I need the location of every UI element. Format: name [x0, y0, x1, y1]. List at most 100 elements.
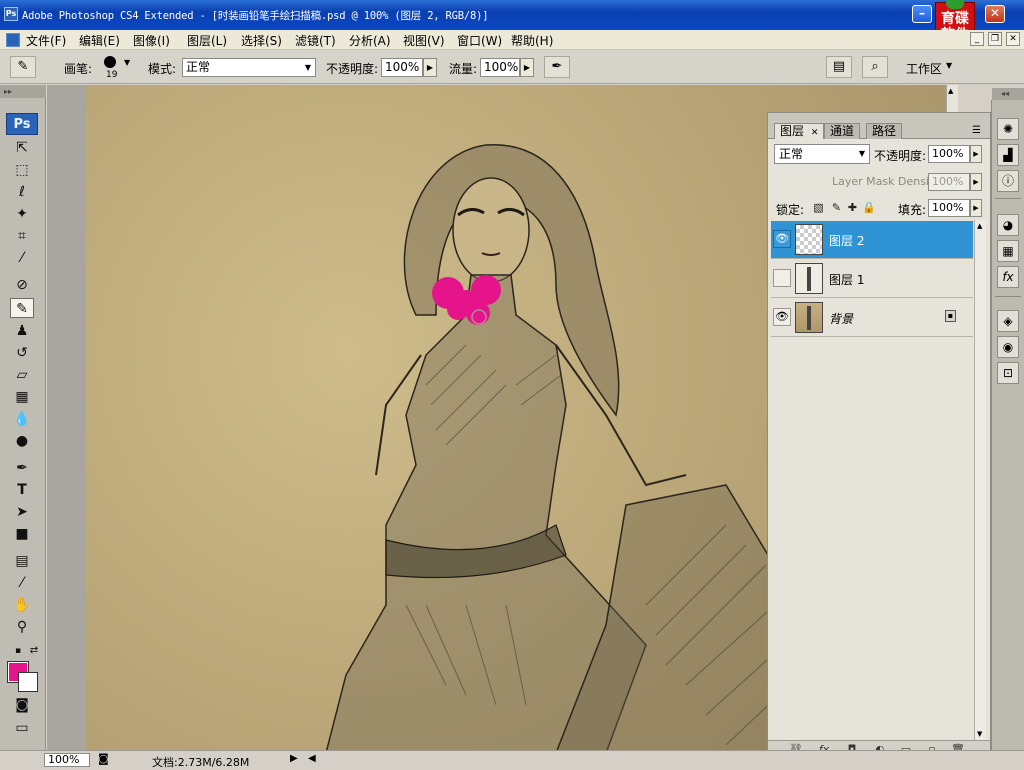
swap-colors-icon[interactable]: ⇄ — [22, 641, 46, 661]
visibility-toggle-off[interactable] — [773, 269, 791, 287]
mode-value: 正常 — [186, 60, 211, 74]
menu-file[interactable]: 文件(F) — [26, 32, 66, 49]
type-icon[interactable]: T — [10, 480, 34, 500]
brush-label: 画笔: — [64, 62, 93, 76]
layer-row-2[interactable]: 👁 图层 2 — [771, 221, 973, 259]
close-tab-icon[interactable]: ✕ — [811, 128, 819, 138]
menu-analysis[interactable]: 分析(A) — [349, 32, 391, 49]
doc-close-button[interactable]: ✕ — [1006, 32, 1020, 46]
zoom-level-input[interactable]: 100% — [44, 753, 90, 767]
menu-layer[interactable]: 图层(L) — [187, 32, 227, 49]
crop-icon[interactable]: ⌗ — [10, 226, 34, 246]
layer-blend-mode-select[interactable]: 正常 ▼ — [774, 144, 870, 164]
swatches-icon[interactable]: ▦ — [997, 240, 1019, 262]
eraser-icon[interactable]: ▱ — [10, 365, 34, 385]
workspace-chevron-icon: ▼ — [946, 61, 953, 70]
layers-dock-icon[interactable]: ◈ — [997, 310, 1019, 332]
fill-input[interactable]: 100% — [928, 199, 970, 217]
history-brush-icon[interactable]: ↺ — [10, 343, 34, 363]
close-button[interactable]: ✕ — [985, 5, 1005, 23]
doc-restore-button[interactable]: ❐ — [988, 32, 1002, 46]
flow-slider-button[interactable]: ▶ — [520, 58, 534, 77]
zoom-icon[interactable]: ⚲ — [10, 617, 34, 637]
tools-panel-grip[interactable]: ▸▸ — [0, 85, 46, 98]
menu-help[interactable]: 帮助(H) — [511, 32, 553, 49]
layer-opacity-input[interactable]: 100% — [928, 145, 970, 163]
tab-layers[interactable]: 图层 ✕ — [774, 123, 825, 139]
pen-icon[interactable]: ✒ — [10, 458, 34, 478]
tool-preset-picker[interactable]: ✎ — [10, 56, 36, 78]
move-icon[interactable]: ⇱ — [10, 138, 34, 158]
airbrush-toggle[interactable]: ✒ — [544, 56, 570, 78]
brush-picker[interactable]: 19 ▼ — [100, 54, 136, 82]
menu-view[interactable]: 视图(V) — [403, 32, 445, 49]
workspace-switcher[interactable]: 工作区 — [906, 60, 942, 77]
info-icon[interactable]: ⓘ — [997, 170, 1019, 192]
hscroll-left-icon[interactable]: ◀ — [308, 753, 316, 764]
menu-window[interactable]: 窗口(W) — [457, 32, 502, 49]
healing-brush-icon[interactable]: ⊘ — [10, 275, 34, 295]
gradient-icon[interactable]: ▦ — [10, 387, 34, 407]
doc-minimize-button[interactable]: _ — [970, 32, 984, 46]
menu-select[interactable]: 选择(S) — [241, 32, 282, 49]
opacity-input[interactable]: 100% — [381, 58, 423, 77]
scroll-up-icon[interactable]: ▲ — [977, 222, 982, 230]
eyedropper2-icon[interactable]: ⁄ — [10, 573, 34, 593]
lock-position-icon[interactable]: ✚ — [846, 201, 859, 214]
lasso-icon[interactable]: ℓ — [10, 182, 34, 202]
blur-icon[interactable]: 💧 — [10, 409, 34, 429]
scroll-up-icon[interactable]: ▲ — [948, 87, 953, 95]
eyedropper-icon[interactable]: ⁄ — [10, 248, 34, 268]
lock-all-icon[interactable]: 🔒 — [862, 201, 876, 214]
scroll-down-icon[interactable]: ▼ — [977, 730, 982, 738]
hand-icon[interactable]: ✋ — [10, 595, 34, 615]
minimize-button[interactable]: – — [912, 5, 932, 23]
menu-filter[interactable]: 滤镜(T) — [295, 32, 336, 49]
opacity-slider-button[interactable]: ▶ — [423, 58, 437, 77]
path-selection-icon[interactable]: ➤ — [10, 502, 34, 522]
layer-thumbnail — [795, 263, 823, 294]
ps-badge[interactable]: Ps — [6, 113, 38, 135]
navigator-icon[interactable]: ✺ — [997, 118, 1019, 140]
document-stack-icon: ▤ — [832, 59, 846, 74]
rectangle-icon[interactable]: ■ — [10, 524, 34, 544]
status-info-icon[interactable]: ◙ — [98, 752, 109, 765]
blend-mode-value: 正常 — [779, 147, 804, 161]
dodge-icon[interactable]: ● — [10, 431, 34, 451]
mode-select[interactable]: 正常 ▼ — [182, 58, 316, 77]
brush-icon[interactable]: ✎ — [10, 298, 34, 318]
flow-input[interactable]: 100% — [480, 58, 520, 77]
fill-slider-button[interactable]: ▶ — [970, 199, 982, 217]
clone-stamp-icon[interactable]: ♟ — [10, 321, 34, 341]
notes-icon[interactable]: ▤ — [10, 551, 34, 571]
lock-transparency-icon[interactable]: ▧ — [812, 201, 825, 214]
layers-scrollbar[interactable]: ▲ ▼ — [974, 220, 986, 740]
panel-menu-icon[interactable]: ☰ — [972, 125, 981, 136]
tab-paths[interactable]: 路径 — [866, 123, 903, 139]
paths-dock-icon[interactable]: ⊡ — [997, 362, 1019, 384]
eye-icon[interactable]: 👁 — [773, 308, 791, 326]
lock-image-pixels-icon[interactable]: ✎ — [830, 201, 843, 214]
tool-options-button[interactable]: ⌕ — [862, 56, 888, 78]
quick-mask-icon[interactable]: ◙ — [10, 695, 34, 715]
menu-image[interactable]: 图像(I) — [133, 32, 170, 49]
magic-wand-icon[interactable]: ✦ — [10, 204, 34, 224]
palette-well-button[interactable]: ▤ — [826, 56, 852, 78]
marquee-icon[interactable]: ⬚ — [10, 160, 34, 180]
screen-mode-icon[interactable]: ▭ — [10, 718, 34, 738]
dock-grip[interactable]: ◂◂ — [992, 88, 1024, 100]
histogram-icon[interactable]: ▟ — [997, 144, 1019, 166]
channels-dock-icon[interactable]: ◉ — [997, 336, 1019, 358]
brush-dropdown-icon: ▼ — [124, 58, 131, 67]
title-bar: Ps Adobe Photoshop CS4 Extended - [时装画铅笔… — [0, 0, 1024, 46]
menu-edit[interactable]: 编辑(E) — [79, 32, 120, 49]
status-menu-arrow-icon[interactable]: ▶ — [290, 753, 298, 764]
eye-icon[interactable]: 👁 — [773, 230, 791, 248]
styles-icon[interactable]: fx — [997, 266, 1019, 288]
background-color-swatch[interactable] — [18, 672, 38, 692]
layer-row-background[interactable]: 👁 背景 ▪ — [771, 299, 973, 337]
layer-row-1[interactable]: 图层 1 — [771, 260, 973, 298]
color-palette-icon[interactable]: ◕ — [997, 214, 1019, 236]
tab-channels[interactable]: 通道 — [824, 123, 861, 139]
layer-opacity-slider-button[interactable]: ▶ — [970, 145, 982, 163]
